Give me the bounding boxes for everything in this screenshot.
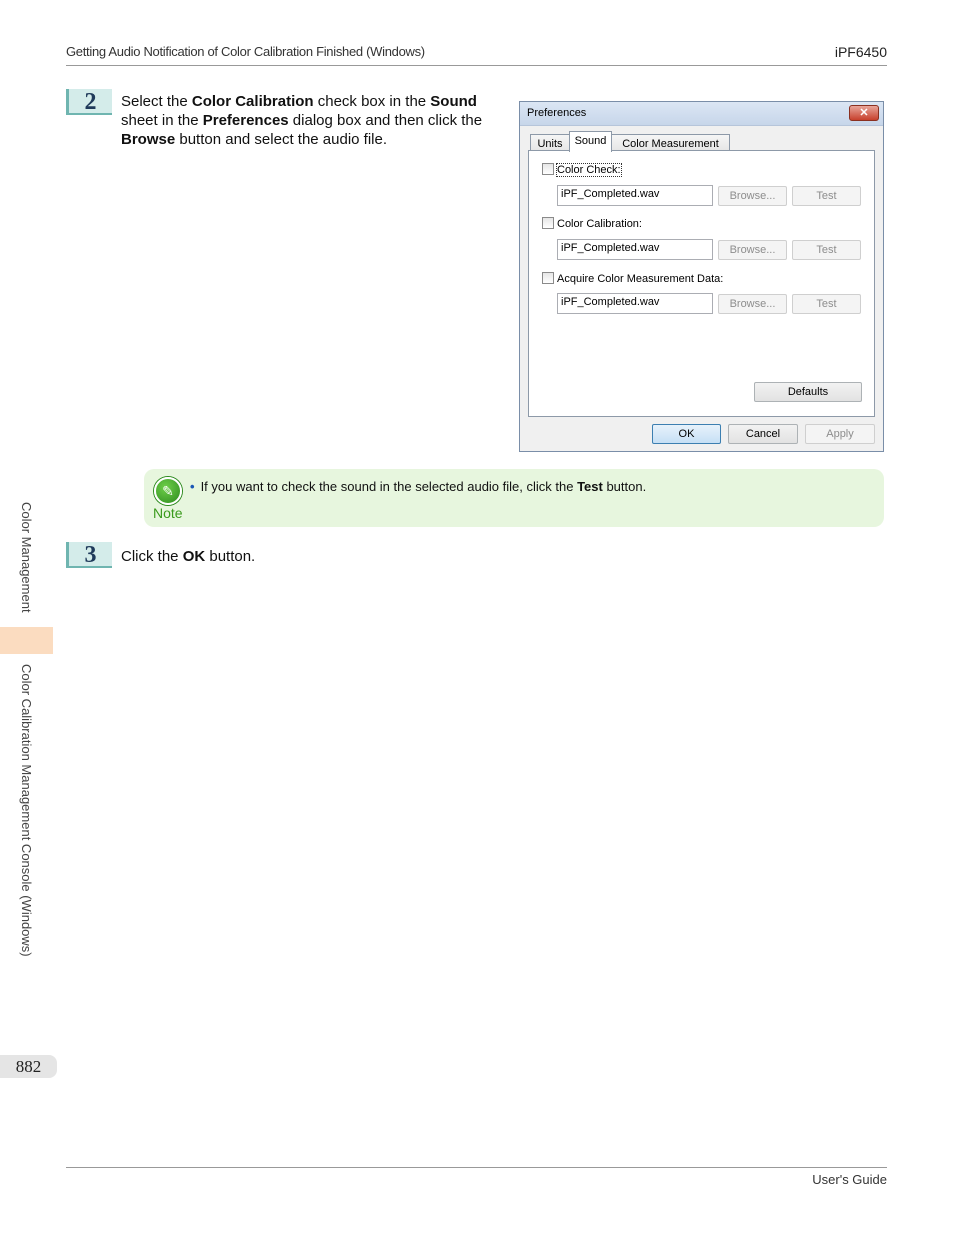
note-emphasis: Test	[577, 479, 603, 494]
note-sentence: If you want to check the sound in the se…	[200, 479, 578, 494]
pencil-note-icon: ✎	[154, 477, 182, 505]
side-section-title: Color Calibration Management Console (Wi…	[19, 664, 34, 957]
note-callout: ✎ Note • If you want to check the sound i…	[144, 469, 884, 527]
step-text: button.	[205, 548, 256, 565]
step-text: dialog box and then click the	[288, 112, 483, 129]
acquire-data-file-field[interactable]: iPF_Completed.wav	[557, 293, 713, 314]
sound-tab-panel: Color Check: iPF_Completed.wav Browse...…	[528, 150, 875, 417]
acquire-data-row[interactable]: Acquire Color Measurement Data:	[542, 272, 723, 285]
color-check-file-field[interactable]: iPF_Completed.wav	[557, 185, 713, 206]
color-check-label: Color Check:	[556, 163, 622, 177]
page-number: 882	[0, 1055, 57, 1078]
step-instruction: Select the Color Calibration check box i…	[121, 92, 506, 149]
tab-sound[interactable]: Sound	[569, 131, 612, 152]
dialog-title: Preferences	[527, 107, 587, 119]
step-instruction: Click the OK button.	[121, 547, 255, 566]
running-header-title: Getting Audio Notification of Color Cali…	[66, 44, 425, 59]
step-number-badge: 3	[66, 542, 112, 568]
apply-button[interactable]: Apply	[805, 424, 875, 444]
color-check-test-button[interactable]: Test	[792, 186, 861, 206]
header-divider	[66, 65, 887, 66]
acquire-data-checkbox[interactable]	[542, 272, 554, 284]
bullet-icon: •	[190, 479, 195, 494]
step-emphasis: OK	[182, 548, 206, 565]
step-text: Click the	[121, 548, 183, 565]
color-calibration-checkbox[interactable]	[542, 217, 554, 229]
step-emphasis: Preferences	[202, 112, 289, 129]
footer-guide-title: User's Guide	[812, 1172, 887, 1187]
acquire-data-label: Acquire Color Measurement Data:	[557, 273, 724, 285]
dialog-titlebar: Preferences ✕	[520, 102, 883, 126]
step-emphasis: Sound	[430, 93, 477, 110]
note-sentence-end: button.	[602, 479, 647, 494]
side-chapter-title: Color Management	[19, 502, 34, 613]
color-calibration-test-button[interactable]: Test	[792, 240, 861, 260]
step-text: check box in the	[313, 93, 431, 110]
close-icon[interactable]: ✕	[849, 105, 879, 121]
ok-button[interactable]: OK	[652, 424, 721, 444]
side-tab-marker	[0, 627, 53, 654]
acquire-data-browse-button[interactable]: Browse...	[718, 294, 787, 314]
color-check-row[interactable]: Color Check:	[542, 163, 622, 177]
color-calibration-browse-button[interactable]: Browse...	[718, 240, 787, 260]
footer-divider	[66, 1167, 887, 1168]
color-check-checkbox[interactable]	[542, 163, 554, 175]
step-number-badge: 2	[66, 89, 112, 115]
step-emphasis: Browse	[121, 131, 176, 148]
color-calibration-row[interactable]: Color Calibration:	[542, 217, 642, 230]
note-label: Note	[153, 505, 183, 521]
model-name: iPF6450	[834, 44, 887, 60]
color-check-browse-button[interactable]: Browse...	[718, 186, 787, 206]
step-text: Select the	[121, 93, 192, 110]
step-text: sheet in the	[121, 112, 203, 129]
defaults-button[interactable]: Defaults	[754, 382, 862, 402]
color-calibration-label: Color Calibration:	[557, 218, 642, 230]
color-calibration-file-field[interactable]: iPF_Completed.wav	[557, 239, 713, 260]
preferences-dialog: Preferences ✕ Units Sound Color Measurem…	[519, 101, 884, 452]
step-text: button and select the audio file.	[175, 131, 388, 148]
cancel-button[interactable]: Cancel	[728, 424, 798, 444]
acquire-data-test-button[interactable]: Test	[792, 294, 861, 314]
step-emphasis: Color Calibration	[191, 93, 314, 110]
note-text: • If you want to check the sound in the s…	[190, 479, 646, 494]
